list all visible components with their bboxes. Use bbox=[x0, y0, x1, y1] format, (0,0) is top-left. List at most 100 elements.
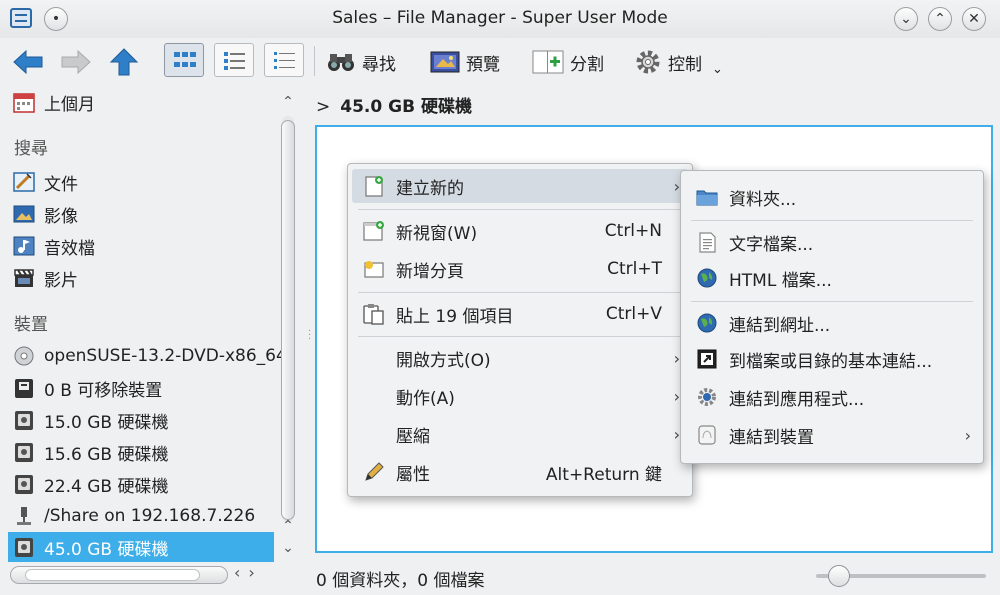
close-button[interactable]: ✕ bbox=[962, 7, 986, 31]
hard-drive-icon bbox=[15, 443, 33, 462]
split-label: 分割 bbox=[570, 54, 604, 75]
forward-button[interactable] bbox=[60, 48, 92, 76]
breadcrumb-chevron-icon[interactable]: > bbox=[316, 97, 330, 117]
compact-view-button[interactable] bbox=[214, 43, 254, 77]
sidebar-item-label: /Share on 192.168.7.226 bbox=[44, 506, 256, 526]
toolbar: 尋找 預覽 分割 控制 ⌄ bbox=[0, 38, 1000, 86]
menu-item-label: 新增分頁 bbox=[396, 261, 464, 282]
panel-splitter-handle[interactable]: · · · bbox=[308, 327, 312, 345]
sidebar-item-dvd[interactable]: openSUSE-13.2-DVD-x86_64 bbox=[12, 342, 287, 370]
menu-item-label: 建立新的 bbox=[396, 178, 464, 199]
scroll-down-arrow[interactable]: ⌄ bbox=[278, 540, 298, 556]
globe-link-icon bbox=[697, 313, 717, 333]
paste-clipboard-icon bbox=[363, 304, 384, 325]
symlink-icon bbox=[697, 349, 717, 369]
shortcut-label: Ctrl+V bbox=[605, 304, 662, 324]
icons-view-button[interactable] bbox=[164, 43, 204, 77]
properties-pencil-icon bbox=[365, 462, 384, 481]
create-new-submenu: 資料夾... 文字檔案... HTML 檔案... 連結到網址... 到檔案或目… bbox=[680, 170, 984, 464]
film-clapper-icon bbox=[14, 269, 34, 287]
sidebar-item-videos[interactable]: 影片 bbox=[12, 264, 78, 292]
scrollbar-thumb[interactable] bbox=[281, 120, 295, 520]
menu-item-open-with[interactable]: 開啟方式(O) › bbox=[352, 341, 688, 375]
control-button[interactable]: 控制 ⌄ bbox=[634, 48, 723, 77]
scroll-up-arrow[interactable]: ⌃ bbox=[278, 94, 298, 110]
menu-item-label: 新視窗(W) bbox=[396, 223, 478, 244]
split-button[interactable]: 分割 bbox=[532, 48, 604, 76]
sidebar-item-images[interactable]: 影像 bbox=[12, 200, 78, 228]
icons-view-icon bbox=[174, 52, 196, 67]
submenu-item-link-app[interactable]: 連結到應用程式... bbox=[685, 380, 979, 414]
devices-section-heading: 裝置 bbox=[14, 315, 48, 335]
text-file-icon bbox=[699, 232, 716, 253]
sidebar-item-label: 22.4 GB 硬碟機 bbox=[44, 476, 169, 497]
sidebar-item-label: 45.0 GB 硬碟機 bbox=[44, 539, 169, 560]
sidebar-item-label: 15.6 GB 硬碟機 bbox=[44, 444, 169, 465]
document-icon bbox=[13, 172, 35, 192]
audio-file-icon bbox=[13, 236, 35, 256]
zoom-slider-handle[interactable] bbox=[828, 565, 850, 587]
maximize-button[interactable]: ⌃ bbox=[928, 7, 952, 31]
breadcrumb-location[interactable]: 45.0 GB 硬碟機 bbox=[340, 97, 472, 117]
sidebar-item-drive-15-0[interactable]: 15.0 GB 硬碟機 bbox=[12, 406, 169, 434]
sidebar-item-network-share[interactable]: /Share on 192.168.7.226 bbox=[12, 502, 255, 530]
device-icon bbox=[698, 425, 716, 445]
menu-item-new-tab[interactable]: 新增分頁 Ctrl+T bbox=[352, 252, 688, 286]
arrow-left-icon bbox=[13, 49, 43, 75]
find-label: 尋找 bbox=[362, 54, 396, 75]
sidebar-item-last-month[interactable]: 上個月 bbox=[12, 88, 95, 116]
submenu-item-link-url[interactable]: 連結到網址... bbox=[685, 306, 979, 340]
up-button[interactable] bbox=[108, 48, 140, 76]
sidebar-horizontal-scrollbar[interactable] bbox=[10, 566, 228, 584]
details-view-button[interactable] bbox=[264, 43, 304, 77]
sidebar-item-label: 0 B 可移除裝置 bbox=[44, 380, 163, 401]
places-sidebar: 上個月 搜尋 文件 影像 音效檔 影片 裝置 openSUSE-13.2-DVD… bbox=[0, 86, 302, 566]
submenu-item-link-device[interactable]: 連結到裝置 › bbox=[685, 418, 979, 452]
submenu-item-html-file[interactable]: HTML 檔案... bbox=[685, 261, 979, 295]
submenu-item-link-file[interactable]: 到檔案或目錄的基本連結... bbox=[685, 342, 979, 376]
image-icon bbox=[13, 205, 35, 223]
sidebar-item-documents[interactable]: 文件 bbox=[12, 168, 78, 196]
window-title: Sales – File Manager - Super User Mode bbox=[332, 8, 668, 28]
sidebar-item-drive-22-4[interactable]: 22.4 GB 硬碟機 bbox=[12, 470, 169, 498]
menu-item-paste[interactable]: 貼上 19 個項目 Ctrl+V bbox=[352, 297, 688, 331]
sidebar-item-drive-45-0[interactable]: 45.0 GB 硬碟機 bbox=[8, 532, 274, 562]
submenu-arrow-icon: › bbox=[964, 425, 971, 445]
toolbar-separator bbox=[314, 46, 315, 76]
compact-view-icon bbox=[224, 52, 245, 70]
menu-item-compress[interactable]: 壓縮 › bbox=[352, 417, 688, 451]
menu-item-properties[interactable]: 屬性 Alt+Return 鍵 bbox=[352, 455, 688, 489]
sidebar-item-drive-15-6[interactable]: 15.6 GB 硬碟機 bbox=[12, 438, 169, 466]
menu-item-actions[interactable]: 動作(A) › bbox=[352, 379, 688, 413]
title-bar: • Sales – File Manager - Super User Mode… bbox=[0, 0, 1000, 38]
sidebar-item-removable[interactable]: 0 B 可移除裝置 bbox=[12, 374, 162, 402]
globe-html-icon bbox=[697, 268, 717, 288]
sidebar-vertical-scrollbar[interactable]: ⌃ ⌃ ⌄ bbox=[278, 94, 298, 560]
control-label: 控制 bbox=[668, 54, 702, 75]
submenu-item-text-file[interactable]: 文字檔案... bbox=[685, 225, 979, 259]
horizontal-scroll-arrows[interactable]: ‹› bbox=[234, 563, 263, 582]
sidebar-item-label: 15.0 GB 硬碟機 bbox=[44, 412, 169, 433]
hard-drive-icon bbox=[15, 475, 33, 494]
context-menu: 建立新的 › 新視窗(W) Ctrl+N 新增分頁 Ctrl+T 貼上 19 個… bbox=[347, 163, 693, 497]
horizontal-scrollbar-thumb[interactable] bbox=[25, 569, 200, 581]
preview-button[interactable]: 預覽 bbox=[430, 48, 500, 76]
arrow-up-icon bbox=[109, 48, 139, 76]
hard-drive-icon bbox=[15, 411, 33, 430]
menu-separator bbox=[358, 336, 682, 337]
find-button[interactable]: 尋找 bbox=[326, 48, 396, 76]
submenu-item-folder[interactable]: 資料夾... bbox=[685, 180, 979, 214]
sidebar-item-audio[interactable]: 音效檔 bbox=[12, 232, 95, 260]
menu-item-create-new[interactable]: 建立新的 › bbox=[352, 169, 688, 203]
menu-separator bbox=[358, 292, 682, 293]
menu-item-label: 動作(A) bbox=[396, 388, 455, 409]
shortcut-label: Ctrl+N bbox=[604, 221, 662, 241]
minimize-button[interactable]: ⌄ bbox=[894, 7, 918, 31]
chevron-down-icon: ⌄ bbox=[712, 61, 723, 77]
menu-item-label: 貼上 19 個項目 bbox=[396, 306, 514, 327]
breadcrumb: >45.0 GB 硬碟機 bbox=[316, 92, 472, 117]
back-button[interactable] bbox=[12, 48, 44, 76]
menu-item-new-window[interactable]: 新視窗(W) Ctrl+N bbox=[352, 214, 688, 248]
folder-icon bbox=[696, 190, 718, 206]
scroll-up-arrow-bottom[interactable]: ⌃ bbox=[278, 518, 298, 534]
